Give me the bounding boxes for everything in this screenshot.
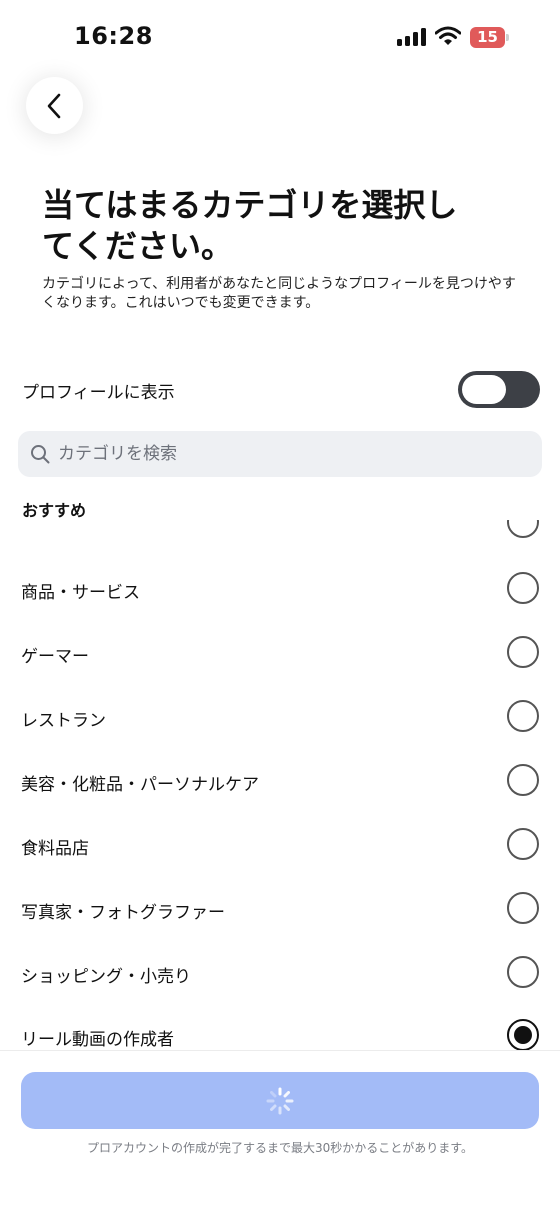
radio-button[interactable] — [507, 764, 539, 796]
back-button[interactable] — [26, 77, 83, 134]
loading-spinner-icon — [266, 1087, 294, 1114]
screen: 16:28 15 当てはまるカテゴリを選択してください。 カテゴリによって、利用… — [0, 0, 560, 1214]
category-label: 美容・化粧品・パーソナルケア — [21, 775, 259, 795]
section-recommended: おすすめ — [22, 501, 87, 520]
category-item[interactable]: ショッピング・小売り — [0, 942, 560, 1002]
category-item[interactable]: レストラン — [0, 686, 560, 746]
search-icon — [31, 445, 50, 464]
show-on-profile-toggle[interactable] — [458, 371, 540, 408]
category-item[interactable]: ゲーマー — [0, 622, 560, 682]
chevron-left-icon — [47, 93, 60, 118]
category-label: 食料品店 — [21, 839, 89, 859]
show-on-profile-row: プロフィールに表示 — [22, 370, 540, 410]
category-label: ゲーマー — [21, 647, 89, 667]
divider — [0, 1050, 560, 1051]
toggle-knob — [462, 375, 506, 404]
category-search-input[interactable] — [58, 431, 528, 477]
page-title: 当てはまるカテゴリを選択してください。 — [42, 186, 458, 265]
status-time: 16:28 — [74, 22, 153, 50]
category-label: ショッピング・小売り — [21, 967, 191, 987]
next-button[interactable] — [21, 1072, 539, 1129]
radio-button[interactable] — [507, 636, 539, 668]
battery-icon: 15 — [470, 27, 510, 48]
cellular-signal-icon — [397, 28, 427, 46]
category-item[interactable]: 商品・サービス — [0, 558, 560, 618]
category-item-selected[interactable]: リール動画の作成者 — [0, 1005, 560, 1050]
radio-button[interactable] — [507, 892, 539, 924]
radio-button[interactable] — [507, 956, 539, 988]
battery-level: 15 — [477, 28, 498, 46]
page-description: カテゴリによって、利用者があなたと同じようなプロフィールを見つけやすくなります。… — [42, 276, 516, 311]
category-item[interactable]: 写真家・フォトグラファー — [0, 878, 560, 938]
show-on-profile-label: プロフィールに表示 — [22, 383, 175, 403]
search-bar — [18, 431, 542, 477]
radio-button-selected[interactable] — [507, 1019, 539, 1050]
radio-button[interactable] — [507, 572, 539, 604]
category-item[interactable]: 美容・化粧品・パーソナルケア — [0, 750, 560, 810]
footer-note: プロアカウントの作成が完了するまで最大30秒かかることがあります。 — [86, 1141, 474, 1155]
category-label: リール動画の作成者 — [21, 1030, 174, 1050]
category-label: 商品・サービス — [21, 583, 140, 603]
status-bar: 16:28 15 — [0, 0, 560, 76]
category-label: レストラン — [21, 711, 106, 731]
category-label: 写真家・フォトグラファー — [21, 903, 225, 923]
category-list: 商品・サービス ゲーマー レストラン 美容・化粧品・パーソナルケア 食料品店 写… — [0, 520, 560, 1050]
category-item[interactable]: 食料品店 — [0, 814, 560, 874]
radio-button[interactable] — [507, 520, 539, 538]
radio-button[interactable] — [507, 828, 539, 860]
radio-button[interactable] — [507, 700, 539, 732]
wifi-icon — [435, 26, 461, 45]
